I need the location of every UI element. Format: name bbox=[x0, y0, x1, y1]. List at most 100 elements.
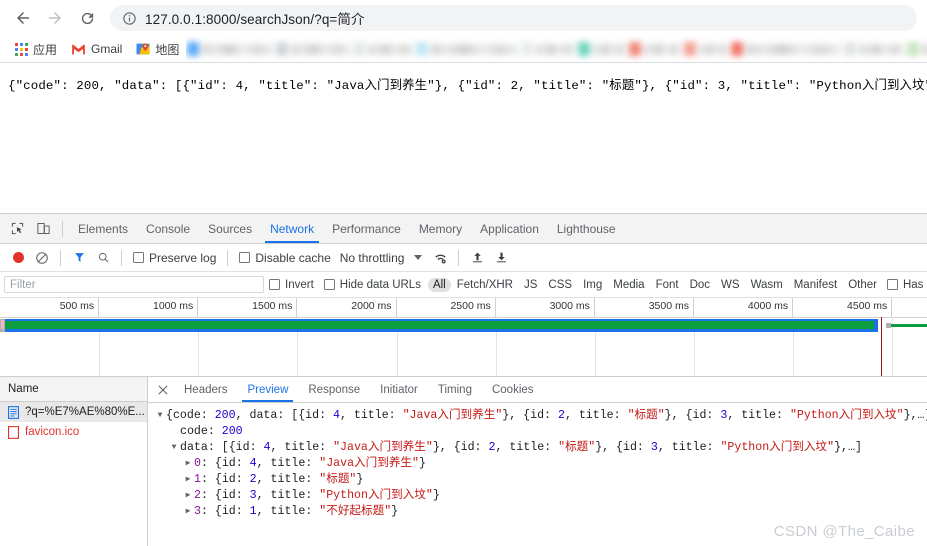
blurred-bookmark-item[interactable] bbox=[521, 41, 577, 58]
detail-tab-cookies[interactable]: Cookies bbox=[482, 378, 544, 402]
request-row[interactable]: favicon.ico bbox=[0, 422, 147, 442]
devtools-tab-network[interactable]: Network bbox=[261, 215, 323, 243]
bookmark-gmail[interactable]: Gmail bbox=[64, 40, 129, 58]
request-row[interactable]: ?q=%E7%AE%80%E... bbox=[0, 402, 147, 422]
address-bar[interactable]: 127.0.0.1:8000/searchJson/?q=简介 bbox=[110, 5, 917, 31]
hide-data-urls-label: Hide data URLs bbox=[339, 278, 421, 291]
has-blocked-cookies-box[interactable] bbox=[886, 279, 898, 290]
blurred-bookmark-item[interactable] bbox=[353, 41, 415, 58]
blurred-bookmark-item[interactable] bbox=[731, 41, 843, 58]
devtools-tab-application[interactable]: Application bbox=[471, 215, 548, 243]
hide-data-urls-box[interactable] bbox=[323, 279, 335, 290]
disclosure-triangle-right-icon[interactable]: ▶ bbox=[182, 456, 194, 472]
detail-tab-headers[interactable]: Headers bbox=[174, 378, 237, 402]
preview-tree-row[interactable]: ▼ {code: 200, data: [{id: 4, title: "Java… bbox=[154, 408, 927, 424]
preview-token: 1 bbox=[194, 473, 201, 486]
filter-type-all[interactable]: All bbox=[427, 277, 451, 292]
blurred-bookmark-item[interactable] bbox=[578, 41, 628, 58]
bookmark-apps[interactable]: 应用 bbox=[8, 39, 64, 60]
filter-type-manifest[interactable]: Manifest bbox=[789, 278, 842, 292]
filter-type-css[interactable]: CSS bbox=[543, 278, 577, 292]
blurred-bookmark-item[interactable] bbox=[629, 41, 683, 58]
bookmark-maps[interactable]: 地图 bbox=[129, 39, 186, 60]
disable-cache-checkbox[interactable]: Disable cache bbox=[234, 251, 335, 265]
filter-type-doc[interactable]: Doc bbox=[685, 278, 715, 292]
filter-type-fetch-xhr[interactable]: Fetch/XHR bbox=[452, 278, 518, 292]
blurred-bookmark-item[interactable] bbox=[844, 41, 906, 58]
preview-tree-row[interactable]: code: 200 bbox=[154, 424, 927, 440]
preview-token: } bbox=[391, 505, 399, 518]
device-toolbar-button[interactable] bbox=[30, 217, 56, 241]
throttling-dropdown[interactable]: No throttling bbox=[336, 251, 423, 265]
json-response-text: {"code": 200, "data": [{"id": 4, "title"… bbox=[8, 79, 927, 93]
blurred-bookmark-item[interactable] bbox=[907, 41, 927, 58]
search-button[interactable] bbox=[91, 246, 115, 270]
inspect-element-button[interactable] bbox=[4, 217, 30, 241]
devtools-tab-lighthouse[interactable]: Lighthouse bbox=[548, 215, 625, 243]
network-conditions-button[interactable] bbox=[428, 246, 452, 270]
devtools-tab-label: Memory bbox=[418, 221, 463, 236]
close-detail-button[interactable] bbox=[152, 379, 174, 401]
preview-tree-row[interactable]: ▶ 3: {id: 1, title: "不好起标题"} bbox=[154, 504, 927, 520]
blurred-bookmark-item[interactable] bbox=[416, 41, 520, 58]
clear-button[interactable] bbox=[30, 246, 54, 270]
filter-toggle-button[interactable] bbox=[67, 246, 91, 270]
back-button[interactable] bbox=[8, 3, 38, 33]
invert-checkbox[interactable]: Invert bbox=[264, 279, 319, 291]
network-filter-row: Filter Invert Hide data URLs All Fetch/XH… bbox=[0, 272, 927, 298]
throttling-value: No throttling bbox=[339, 250, 405, 265]
has-blocked-cookies-checkbox[interactable]: Has blocked cookies bbox=[882, 279, 927, 291]
hide-data-urls-checkbox[interactable]: Hide data URLs bbox=[319, 279, 426, 291]
blurred-bookmark-label bbox=[746, 43, 843, 55]
blurred-bookmark-item[interactable] bbox=[684, 41, 730, 58]
preserve-log-box[interactable] bbox=[133, 252, 144, 263]
disclosure-triangle-right-icon[interactable]: ▶ bbox=[182, 472, 194, 488]
net-divider-2 bbox=[121, 249, 122, 266]
filter-type-img[interactable]: Img bbox=[578, 278, 607, 292]
disclosure-triangle-right-icon[interactable]: ▶ bbox=[182, 504, 194, 520]
blurred-bookmark-item[interactable] bbox=[276, 41, 352, 58]
net-divider-4 bbox=[458, 249, 460, 266]
detail-tab-initiator[interactable]: Initiator bbox=[370, 378, 428, 402]
preview-tree-row[interactable]: ▶ 2: {id: 3, title: "Python入门到入坟"} bbox=[154, 488, 927, 504]
devtools-tab-console[interactable]: Console bbox=[137, 215, 199, 243]
disclosure-triangle-down-icon[interactable]: ▼ bbox=[154, 408, 166, 424]
export-har-button[interactable] bbox=[489, 246, 513, 270]
blurred-bookmark-item[interactable] bbox=[187, 41, 275, 58]
filter-type-other[interactable]: Other bbox=[843, 278, 882, 292]
detail-tab-response[interactable]: Response bbox=[298, 378, 370, 402]
devtools-tab-performance[interactable]: Performance bbox=[323, 215, 410, 243]
preview-token: 2 bbox=[249, 473, 257, 486]
disclosure-triangle-down-icon[interactable]: ▼ bbox=[168, 440, 180, 456]
preview-tree-row[interactable]: ▼ data: [{id: 4, title: "Java入门到养生"}, {id… bbox=[154, 440, 927, 456]
invert-box[interactable] bbox=[269, 279, 280, 290]
preview-token: , title: bbox=[495, 441, 559, 454]
filter-type-wasm[interactable]: Wasm bbox=[746, 278, 788, 292]
filter-type-media[interactable]: Media bbox=[608, 278, 649, 292]
filter-type-font[interactable]: Font bbox=[651, 278, 684, 292]
record-button[interactable] bbox=[6, 246, 30, 270]
preserve-log-checkbox[interactable]: Preserve log bbox=[128, 251, 221, 265]
devtools-tab-memory[interactable]: Memory bbox=[410, 215, 471, 243]
preview-tree-row[interactable]: ▶ 0: {id: 4, title: "Java入门到养生"} bbox=[154, 456, 927, 472]
download-arrow-icon bbox=[497, 252, 506, 263]
detail-tab-preview[interactable]: Preview bbox=[237, 378, 298, 402]
reload-button[interactable] bbox=[72, 3, 102, 33]
arrow-left-icon bbox=[17, 12, 29, 24]
devtools-tab-elements[interactable]: Elements bbox=[69, 215, 137, 243]
forward-button[interactable] bbox=[40, 3, 70, 33]
preview-token: , title: bbox=[256, 489, 320, 502]
detail-tab-timing[interactable]: Timing bbox=[428, 378, 482, 402]
devtools-tab-sources[interactable]: Sources bbox=[199, 215, 261, 243]
import-har-button[interactable] bbox=[465, 246, 489, 270]
filter-input[interactable]: Filter bbox=[4, 276, 264, 293]
overview-bars bbox=[0, 317, 927, 376]
disable-cache-box[interactable] bbox=[239, 252, 251, 263]
filter-type-js[interactable]: JS bbox=[519, 278, 542, 292]
filter-type-ws[interactable]: WS bbox=[716, 278, 745, 292]
preview-tree[interactable]: ▼ {code: 200, data: [{id: 4, title: "Java… bbox=[148, 403, 927, 546]
disclosure-triangle-right-icon[interactable]: ▶ bbox=[182, 488, 194, 504]
network-toolbar: Preserve log Disable cache No throttling bbox=[0, 244, 927, 272]
preview-tree-row[interactable]: ▶ 1: {id: 2, title: "标题"} bbox=[154, 472, 927, 488]
network-overview[interactable]: 500 ms 1000 ms 1500 ms 2000 ms 2500 ms 3000 m… bbox=[0, 298, 927, 377]
